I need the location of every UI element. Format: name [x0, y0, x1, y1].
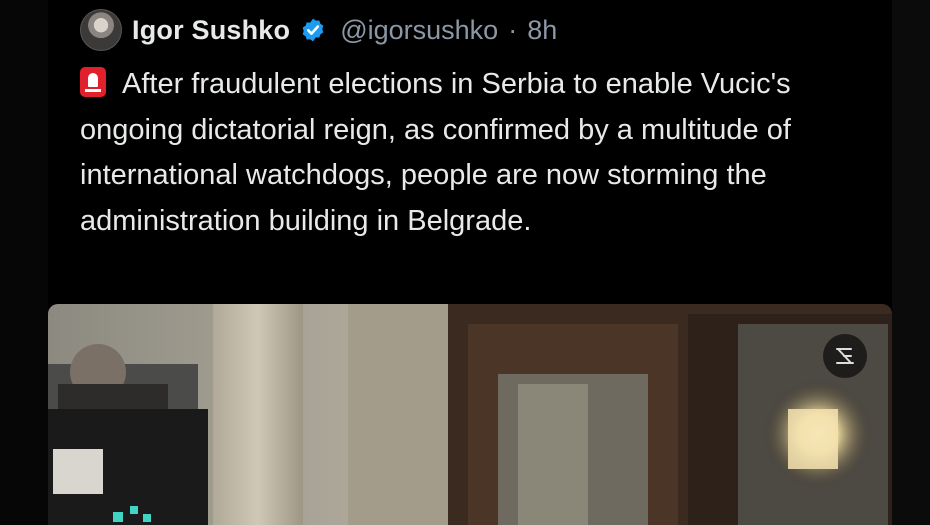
author-handle[interactable]: @igorsushko — [340, 15, 498, 46]
tweet-header: Igor Sushko @igorsushko · 8h — [80, 6, 557, 54]
timestamp[interactable]: 8h — [527, 15, 557, 46]
siren-icon — [80, 67, 106, 97]
avatar[interactable] — [80, 9, 122, 51]
verified-badge-icon — [302, 18, 324, 42]
tweet-body: After fraudulent elections in Serbia to … — [80, 68, 791, 237]
author-name[interactable]: Igor Sushko — [132, 15, 290, 46]
screenshot-frame-left — [0, 0, 48, 525]
media-image — [48, 304, 892, 525]
tweet-media[interactable] — [48, 304, 892, 525]
tweet-text: After fraudulent elections in Serbia to … — [80, 62, 880, 244]
media-overlay-button[interactable] — [823, 334, 867, 378]
media-overlay-icon — [836, 348, 854, 364]
tweet-card[interactable]: Igor Sushko @igorsushko · 8h After fraud… — [48, 0, 892, 525]
separator-dot: · — [508, 14, 518, 45]
screenshot-frame-right — [892, 0, 930, 525]
